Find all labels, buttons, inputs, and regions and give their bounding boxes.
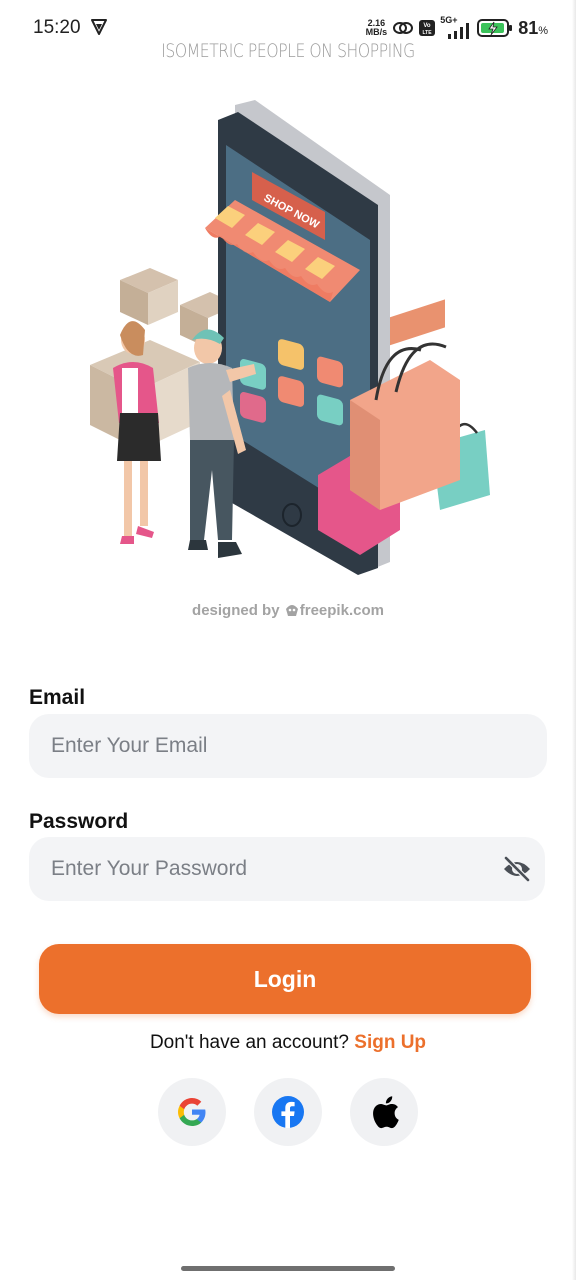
battery-percent: 81% <box>518 17 548 38</box>
credit-site: freepik.com <box>299 602 384 619</box>
network-speed-unit: MB/s <box>365 27 388 37</box>
social-login-row <box>0 1078 576 1146</box>
signal-bars-icon <box>448 23 470 39</box>
signup-row: Don't have an account? Sign Up <box>0 1032 576 1054</box>
facebook-icon <box>272 1096 304 1128</box>
network-speed: 2.16 MB/s <box>366 19 388 37</box>
status-time: 15:20 <box>33 17 81 38</box>
email-input[interactable] <box>51 714 491 778</box>
password-field[interactable] <box>29 837 545 901</box>
shopping-illustration: SHOP NOW <box>90 100 490 575</box>
password-label: Password <box>29 810 129 833</box>
image-credit: designed by freepik.com <box>0 602 576 619</box>
signup-prompt: Don't have an account? <box>149 1032 349 1053</box>
credit-prefix: designed by <box>192 602 280 619</box>
apple-icon <box>373 1096 399 1129</box>
cell-signal: 5G+ <box>440 15 472 39</box>
home-indicator[interactable] <box>181 1266 395 1271</box>
vpn-shield-icon <box>91 19 107 35</box>
battery-charging-icon <box>477 19 513 37</box>
signup-link[interactable]: Sign Up <box>354 1032 426 1053</box>
link-icon <box>393 22 414 34</box>
google-icon <box>178 1098 206 1126</box>
hero-caption: ISOMETRIC PEOPLE ON SHOPPING <box>161 40 415 62</box>
volte-icon: Vo LTE <box>419 20 436 36</box>
login-button[interactable]: Login <box>39 944 531 1014</box>
email-label: Email <box>29 686 86 709</box>
edge-shade <box>572 0 576 1280</box>
apple-login-button[interactable] <box>350 1078 418 1146</box>
freepik-logo-icon <box>285 605 298 616</box>
svg-text:LTE: LTE <box>423 30 433 36</box>
svg-text:Vo: Vo <box>424 23 432 29</box>
email-field[interactable] <box>29 714 547 778</box>
google-login-button[interactable] <box>158 1078 226 1146</box>
facebook-login-button[interactable] <box>254 1078 322 1146</box>
status-icons: 2.16 MB/s Vo LTE 5G+ 81% <box>366 15 548 40</box>
password-input[interactable] <box>51 837 491 901</box>
eye-off-icon[interactable] <box>502 855 532 883</box>
